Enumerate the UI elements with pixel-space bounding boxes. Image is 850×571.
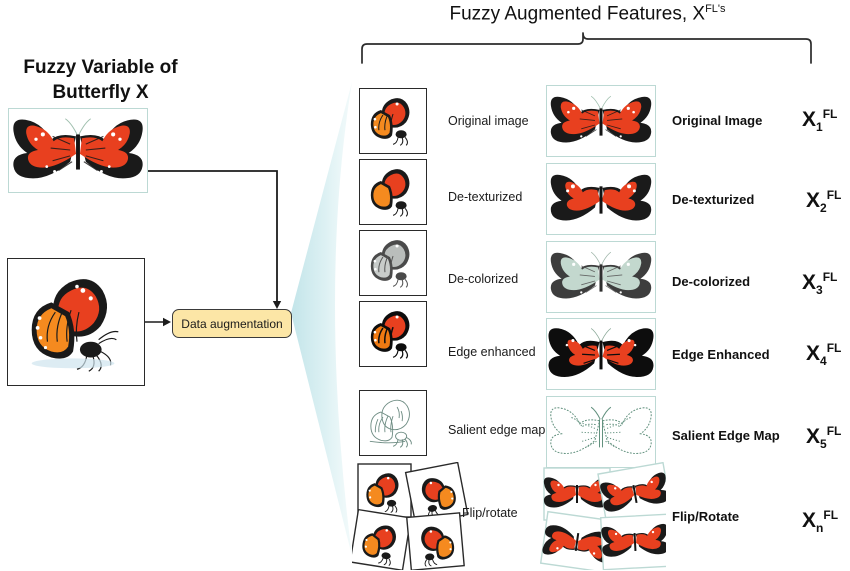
feature-image-decolorized[interactable] [546,241,656,313]
feature-image-detexturized[interactable] [546,163,656,235]
thumbnail-group-flip-rotate[interactable] [352,462,472,570]
row-label-edge-enhanced: Edge enhanced [448,345,536,359]
butterfly-spread-salient-edge-feature [550,406,652,454]
feature-group-brace [361,32,812,64]
data-augmentation-label: Data augmentation [181,316,283,331]
feature-variable-1: X1FL [802,107,837,134]
top-title-superscript: FL's [705,3,726,15]
thumbnail-edge-enhanced[interactable] [359,301,427,367]
row-label-original: Original image [448,114,529,128]
feature-label-flip-rotate: Flip/Rotate [672,509,740,524]
feature-label-salient-edge-map: Salient Edge Map [672,428,780,443]
butterfly-side-original-thumb [370,98,410,146]
feature-group-flip-rotate[interactable] [540,462,666,570]
butterfly-side-decolorized-thumb [370,240,410,288]
variable-subscript-n: n [816,521,824,536]
feature-label-original: Original Image [672,113,763,128]
feature-image-original[interactable] [546,85,656,157]
row-label-flip-rotate: Flip/rotate [462,506,518,520]
top-section-title: Fuzzy Augmented Features, XFL's [360,3,815,25]
butterfly-side-salient-edge-thumb [369,399,412,448]
feature-label-decolorized: De-colorized [672,274,751,289]
butterfly-spread-decolorized-feature [550,251,652,299]
flip-rotate-card-3 [352,508,412,570]
source-image-side-profile[interactable] [7,258,145,386]
feature-variable-n: XnFL [802,508,838,535]
variable-superscript-3: FL [822,270,838,284]
top-title-text: Fuzzy Augmented Features, X [449,3,706,25]
thumbnail-decolorized[interactable] [359,230,427,296]
butterfly-side-original [31,279,119,372]
feature-label-edge-enhanced: Edge Enhanced [672,347,770,362]
variable-base-n: X [802,509,817,532]
variable-subscript-5: 5 [820,437,827,452]
row-label-decolorized: De-colorized [448,272,519,286]
variable-base-5: X [806,425,821,448]
feature-image-edge-enhanced[interactable] [546,318,656,390]
flip-rotate-feature-card-4 [599,513,666,570]
feature-variable-4: X4FL [806,341,841,368]
left-title-line-2: Butterfly X [52,82,149,103]
variable-base-3: X [802,271,817,294]
variable-superscript-2: FL [826,188,842,202]
variable-base-2: X [806,189,821,212]
variable-base-1: X [802,108,817,131]
variable-subscript-2: 2 [820,201,827,216]
feature-variable-2: X2FL [806,188,841,215]
data-augmentation-box[interactable]: Data augmentation [172,309,292,338]
butterfly-spread-original-feature [550,95,652,143]
feature-label-detexturized: De-texturized [672,192,755,207]
feature-variable-3: X3FL [802,270,837,297]
feature-variable-5: X5FL [806,424,841,451]
feature-image-salient-edge-map[interactable] [546,396,656,468]
connector-top-image [148,170,278,302]
flip-rotate-card-1 [357,463,412,518]
flip-rotate-card-4 [405,512,465,570]
source-image-spread-wing[interactable] [8,108,148,193]
butterfly-side-detexturized-thumb [370,169,410,217]
variable-subscript-3: 3 [816,283,823,298]
butterfly-side-edge-enhanced-thumb [370,311,410,359]
butterfly-spread-detexturized-feature [550,174,652,221]
variable-superscript-4: FL [826,341,842,355]
left-section-title: Fuzzy Variable of Butterfly X [8,55,193,105]
row-label-salient-edge-map: Salient edge map [448,423,546,437]
variable-superscript-5: FL [826,424,842,438]
thumbnail-detexturized[interactable] [359,159,427,225]
variable-subscript-1: 1 [816,120,823,135]
thumbnail-salient-edge-map[interactable] [359,390,427,456]
butterfly-spread-edge-enhanced-feature [548,328,654,377]
butterfly-spread-original [13,118,143,179]
variable-subscript-4: 4 [820,354,827,369]
row-label-detexturized: De-texturized [448,190,523,204]
augmentation-funnel [291,82,352,556]
connector-bottom-arrowhead [163,317,171,327]
variable-superscript-1: FL [822,107,838,121]
thumbnail-original[interactable] [359,88,427,154]
connector-top-arrowhead [272,301,282,309]
variable-superscript-n: FL [823,508,839,522]
left-title-line-1: Fuzzy Variable of [23,57,178,78]
variable-base-4: X [806,342,821,365]
